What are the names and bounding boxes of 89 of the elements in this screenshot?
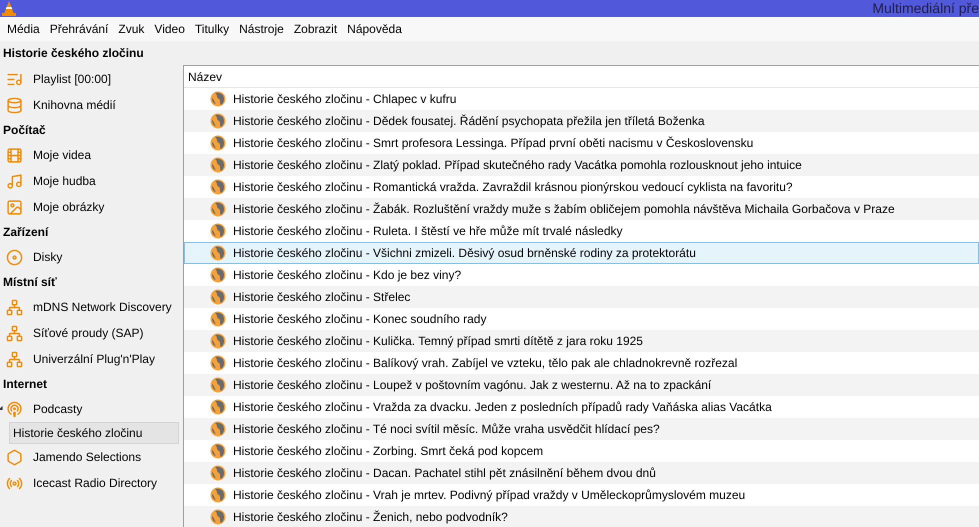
globe-icon bbox=[210, 443, 226, 459]
sidebar-item[interactable]: Disky bbox=[0, 244, 179, 270]
episode-title: Historie českého zločinu - Kdo je bez viny? bbox=[233, 267, 462, 284]
column-header[interactable]: Název bbox=[184, 68, 222, 86]
playlist-row[interactable]: Historie českého zločinu - Dědek fousatej. Řádění psychopata přežila jen tříletá Boženka bbox=[184, 110, 979, 132]
episode-title: Historie českého zločinu - Ženich, nebo podvodník? bbox=[233, 509, 508, 526]
network-icon bbox=[6, 350, 23, 368]
episode-title: Historie českého zločinu - Té noci svítil měsíc. Může vraha usvědčit hlídací pes? bbox=[233, 421, 660, 438]
sidebar-item[interactable]: Knihovna médií bbox=[0, 92, 179, 118]
expand-arrow-icon[interactable] bbox=[0, 406, 5, 412]
episode-title: Historie českého zločinu - Žabák. Rozluštění vraždy muže s žabím obličejem pomohla návštěva Michaila Gorbačova v Praze bbox=[233, 201, 895, 218]
episode-title: Historie českého zločinu - Loupež v poštovním vagónu. Jak z westernu. Až na to zpackání bbox=[233, 377, 712, 394]
globe-icon bbox=[210, 91, 226, 107]
network-icon bbox=[6, 298, 23, 316]
menu-item[interactable]: Nástroje bbox=[234, 20, 289, 38]
playlist-row[interactable]: Historie českého zločinu - Loupež v poštovním vagónu. Jak z westernu. Až na to zpackání bbox=[184, 374, 979, 396]
episode-title: Historie českého zločinu - Konec soudního rady bbox=[233, 311, 486, 328]
playlist-row[interactable]: Historie českého zločinu - Žabák. Rozluštění vraždy muže s žabím obličejem pomohla návštěva Michaila Gorbačova v Praze bbox=[184, 198, 979, 220]
globe-icon bbox=[210, 311, 226, 327]
network-icon bbox=[6, 324, 23, 342]
episode-title: Historie českého zločinu - Dědek fousatej. Řádění psychopata přežila jen tříletá Boženka bbox=[233, 113, 705, 130]
sidebar-item[interactable]: Playlist [00:00] bbox=[0, 66, 179, 92]
playlist-row[interactable]: Historie českého zločinu - Střelec bbox=[184, 286, 979, 308]
globe-icon bbox=[210, 245, 226, 261]
sidebar-item[interactable]: mDNS Network Discovery bbox=[0, 294, 179, 320]
menu-item[interactable]: Zobrazit bbox=[288, 20, 342, 38]
menu-item[interactable]: Přehrávání bbox=[44, 20, 114, 38]
menu-item[interactable]: Média bbox=[2, 20, 45, 38]
sidebar-item[interactable]: Podcasty bbox=[0, 396, 179, 422]
playlist-row[interactable]: Historie českého zločinu - Dacan. Pachatel stihl pět znásilnění během dvou dnů bbox=[184, 462, 979, 484]
episode-title: Historie českého zločinu - Všichni zmizeli. Děsivý osud brněnské rodiny za protektorátu bbox=[233, 245, 696, 262]
globe-icon bbox=[210, 487, 226, 503]
playlist-row[interactable]: Historie českého zločinu - Ženich, nebo podvodník? bbox=[184, 506, 979, 527]
playlist-row[interactable]: Historie českého zločinu - Té noci svítil měsíc. Může vraha usvědčit hlídací pes? bbox=[184, 418, 979, 440]
globe-icon bbox=[210, 113, 226, 129]
episode-title: Historie českého zločinu - Ruleta. I štěstí ve hře může mít trvalé následky bbox=[233, 223, 622, 240]
globe-icon bbox=[210, 201, 226, 217]
section-header: Zařízení bbox=[2, 224, 50, 241]
menu-item[interactable]: Titulky bbox=[190, 20, 234, 38]
episode-title: Historie českého zločinu - Střelec bbox=[233, 289, 410, 306]
globe-icon bbox=[210, 399, 226, 415]
podcast-icon bbox=[6, 400, 23, 418]
episode-title: Historie českého zločinu - Balíkový vrah. Zabíjel ve vzteku, tělo pak ale chladnokrevně rozřezal bbox=[233, 355, 738, 372]
globe-icon bbox=[210, 157, 226, 173]
episode-title: Historie českého zločinu - Vražda za dvacku. Jeden z posledních případů rady Vaňáska alias Vacátka bbox=[233, 399, 772, 416]
section-header: Místní síť bbox=[2, 274, 58, 291]
globe-icon bbox=[210, 333, 226, 349]
section-header: Počítač bbox=[2, 122, 47, 139]
sidebar-item[interactable]: Historie českého zločinu bbox=[9, 422, 179, 444]
sidebar-item[interactable]: Icecast Radio Directory bbox=[0, 470, 179, 496]
globe-icon bbox=[210, 377, 226, 393]
playlist-row[interactable]: Historie českého zločinu - Kulička. Temný případ smrti dítětě z jara roku 1925 bbox=[184, 330, 979, 352]
episode-title: Historie českého zločinu - Romantická vražda. Zavraždil krásnou pionýrskou vedoucí cyklista na favoritu? bbox=[233, 179, 793, 196]
episode-title: Historie českého zločinu - Kulička. Temný případ smrti dítětě z jara roku 1925 bbox=[233, 333, 643, 350]
film-icon bbox=[6, 146, 23, 164]
episode-title: Historie českého zločinu - Dacan. Pachatel stihl pět znásilnění během dvou dnů bbox=[233, 465, 656, 482]
globe-icon bbox=[210, 421, 226, 437]
episode-title: Historie českého zločinu - Smrt profesora Lessinga. Případ první oběti nacismu v Československu bbox=[233, 135, 754, 152]
playlist-row[interactable]: Historie českého zločinu - Zlatý poklad. Případ skutečného rady Vacátka pomohla rozlousknout jeho intuice bbox=[184, 154, 979, 176]
sidebar-item[interactable]: Moje obrázky bbox=[0, 194, 179, 220]
sidebar-item[interactable]: Univerzální Plug'n'Play bbox=[0, 346, 179, 372]
disc-icon bbox=[6, 248, 23, 266]
image-icon bbox=[6, 198, 23, 216]
music-note-icon bbox=[6, 172, 23, 190]
menu-item[interactable]: Nápověda bbox=[342, 20, 407, 38]
globe-icon bbox=[210, 465, 226, 481]
library-icon bbox=[6, 96, 23, 114]
sidebar-item[interactable]: Moje videa bbox=[0, 142, 179, 168]
globe-icon bbox=[210, 289, 226, 305]
sidebar-item[interactable]: Jamendo Selections bbox=[0, 444, 179, 470]
view-title: Historie českého zločinu bbox=[3, 45, 144, 62]
globe-icon bbox=[210, 509, 226, 525]
globe-icon bbox=[210, 135, 226, 151]
globe-icon bbox=[210, 267, 226, 283]
window-title: Multimediální pře bbox=[872, 0, 979, 18]
episode-title: Historie českého zločinu - Zorbing. Smrt čeká pod kopcem bbox=[233, 443, 544, 460]
sidebar-item[interactable]: Moje hudba bbox=[0, 168, 179, 194]
episode-title: Historie českého zločinu - Chlapec v kufru bbox=[233, 91, 456, 108]
menu-item[interactable]: Video bbox=[149, 20, 190, 38]
menu-item[interactable]: Zvuk bbox=[113, 20, 150, 38]
section-header: Internet bbox=[2, 376, 48, 393]
globe-icon bbox=[210, 355, 226, 371]
sidebar-item[interactable]: Síťové proudy (SAP) bbox=[0, 320, 179, 346]
globe-icon bbox=[210, 179, 226, 195]
globe-icon bbox=[210, 223, 226, 239]
playlist-row[interactable]: Historie českého zločinu - Všichni zmizeli. Děsivý osud brněnské rodiny za protektorátu bbox=[184, 242, 979, 264]
episode-title: Historie českého zločinu - Vrah je mrtev. Podivný případ vraždy v Uměleckoprůmyslovém muzeu bbox=[233, 487, 746, 504]
episode-title: Historie českého zločinu - Zlatý poklad. Případ skutečného rady Vacátka pomohla rozlousknout jeho intuice bbox=[233, 157, 802, 174]
hexagon-icon bbox=[6, 448, 23, 466]
